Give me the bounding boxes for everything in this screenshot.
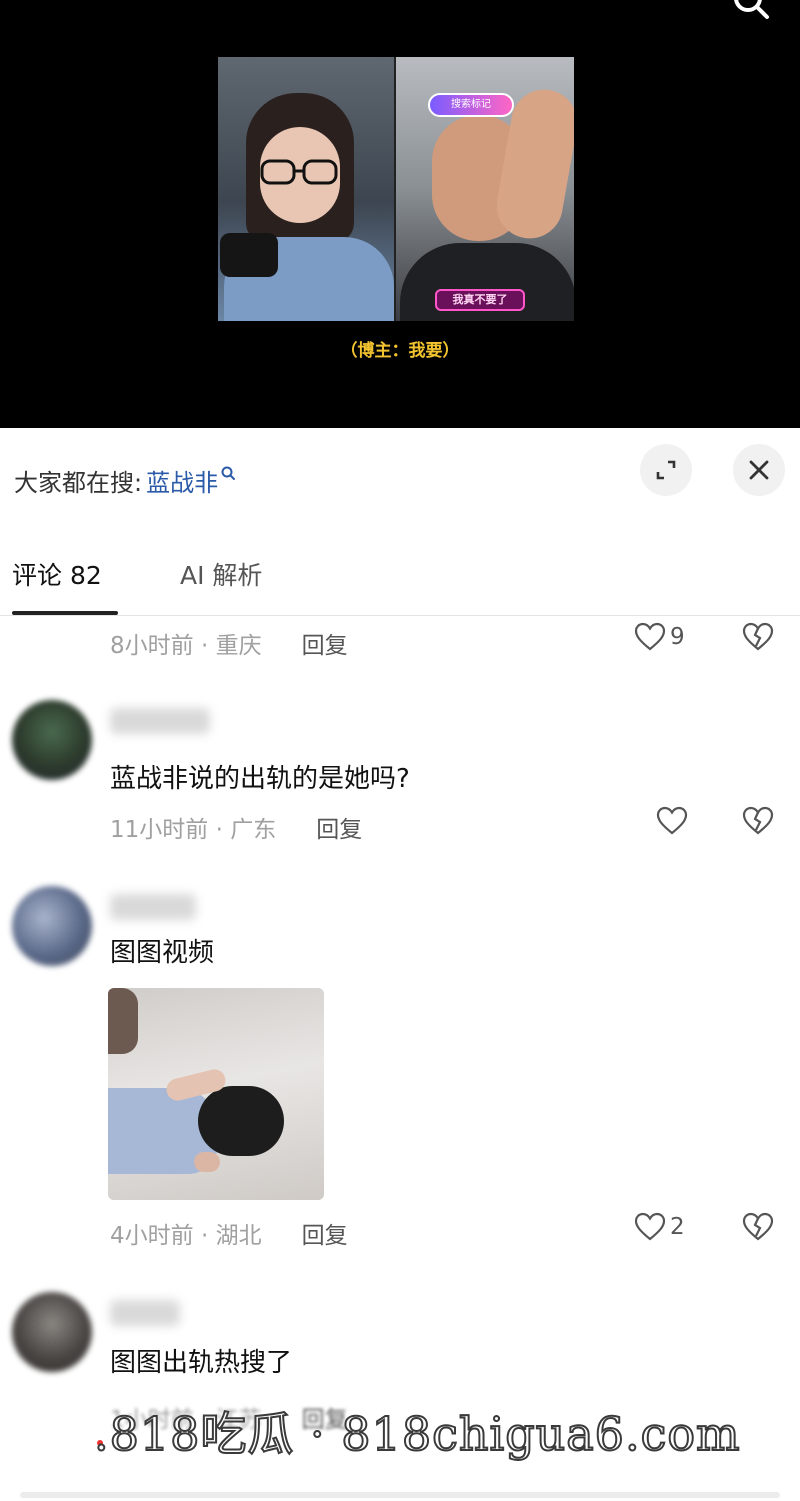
comment-text: 图图出轨热搜了 [110,1348,293,1378]
heart-icon [634,622,666,651]
tab-ai-analysis[interactable]: AI 解析 [180,556,262,592]
bottom-input-bar[interactable] [20,1492,780,1498]
watermark: .818吃瓜 · 818chigua6.com [93,1406,741,1462]
search-icon[interactable] [730,0,770,26]
comment-image[interactable] [108,988,324,1200]
avatar[interactable] [12,700,92,780]
video-player[interactable]: 搜索标记 我真不要了 （博主：我要） [0,0,800,428]
close-button[interactable] [733,444,785,496]
glasses-icon [260,159,338,185]
comment-item: 8小时前 · 重庆 回复 9 [0,620,800,660]
comment-text: 蓝战非说的出轨的是她吗? [110,764,410,794]
expand-button[interactable] [640,444,692,496]
avatar[interactable] [12,886,92,966]
comment-meta: 11小时前 · 广东 回复 [110,810,362,844]
comment-time-location: 11小时前 · 广东 [110,817,277,843]
comment-sheet: 大家都在搜: 蓝战非 评论 82 AI 解析 8小时前 · 重庆 回复 9 蓝战… [0,428,800,1501]
comment-meta: 4小时前 · 湖北 回复 [110,1216,348,1250]
like-count: 2 [670,1214,685,1240]
streamer-left [218,57,394,321]
reply-button[interactable]: 回复 [316,810,362,844]
comment-meta: 8小时前 · 重庆 回复 [110,626,348,660]
username-blurred [110,894,196,920]
broken-heart-icon[interactable] [741,622,775,652]
video-caption: （博主：我要） [340,341,460,361]
comment-time-location: 4小时前 · 湖北 [110,1223,262,1249]
broken-heart-icon[interactable] [741,1212,775,1242]
like-button[interactable]: 9 [634,622,685,652]
tab-comments[interactable]: 评论 82 [12,556,102,592]
search-icon [221,466,236,480]
comment-item: 蓝战非说的出轨的是她吗? 11小时前 · 广东 回复 [0,696,800,866]
reply-button[interactable]: 回复 [302,626,348,660]
trending-search[interactable]: 大家都在搜: 蓝战非 [14,460,236,500]
tab-divider [0,615,800,616]
expand-icon [656,460,676,480]
trending-keyword-link[interactable]: 蓝战非 [146,463,218,498]
video-sticker-top: 搜索标记 [428,93,514,117]
close-icon [749,460,769,480]
heart-icon [634,1212,666,1241]
like-count: 9 [670,624,685,650]
microphone [220,233,278,277]
like-button[interactable]: 2 [634,1212,685,1242]
comment-item: 图图视频 4小时前 · 湖北 回复 2 [0,884,800,1264]
comment-time-location: 8小时前 · 重庆 [110,633,262,659]
trending-prefix: 大家都在搜: [14,468,143,497]
username-blurred [110,708,210,734]
username-blurred [110,1300,180,1326]
reply-button[interactable]: 回复 [302,1216,348,1250]
like-button[interactable] [656,806,688,836]
comment-text: 图图视频 [110,938,215,968]
heart-icon [656,806,688,835]
broken-heart-icon[interactable] [741,806,775,836]
video-frame: 搜索标记 我真不要了 [218,57,574,321]
avatar[interactable] [12,1292,92,1372]
video-sticker-bottom: 我真不要了 [435,289,525,311]
